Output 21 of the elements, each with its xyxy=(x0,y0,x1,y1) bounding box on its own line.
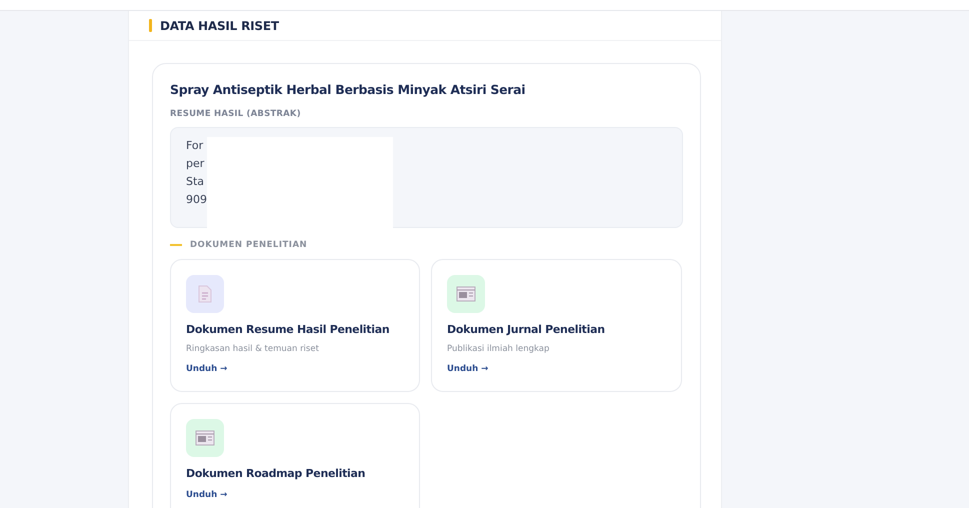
document-description: Publikasi ilmiah lengkap xyxy=(447,344,550,354)
document-title: Dokumen Jurnal Penelitian xyxy=(447,323,606,336)
accent-bar xyxy=(149,19,152,32)
download-link[interactable]: Unduh → xyxy=(447,364,488,374)
abstract-label: RESUME HASIL (ABSTRAK) xyxy=(170,109,302,119)
download-link[interactable]: Unduh → xyxy=(186,490,228,500)
abstract-text-line: 909 xyxy=(186,192,207,208)
document-icon xyxy=(186,275,224,313)
section-title: DATA HASIL RISET xyxy=(160,18,279,32)
abstract-text-line: Sta xyxy=(186,174,204,190)
document-description: Ringkasan hasil & temuan riset xyxy=(186,344,320,354)
document-title: Dokumen Resume Hasil Penelitian xyxy=(186,323,390,336)
document-title: Dokumen Roadmap Penelitian xyxy=(186,467,366,480)
newspaper-icon xyxy=(186,419,224,457)
download-link[interactable]: Unduh → xyxy=(186,364,228,374)
abstract-text-line: per xyxy=(186,156,204,172)
newspaper-icon xyxy=(447,275,485,313)
abstract-text-line: For xyxy=(186,138,204,154)
research-title: Spray Antiseptik Herbal Berbasis Minyak Atsiri Serai xyxy=(170,82,526,97)
documents-label: DOKUMEN PENELITIAN xyxy=(190,240,308,250)
dash-mark xyxy=(170,244,182,246)
